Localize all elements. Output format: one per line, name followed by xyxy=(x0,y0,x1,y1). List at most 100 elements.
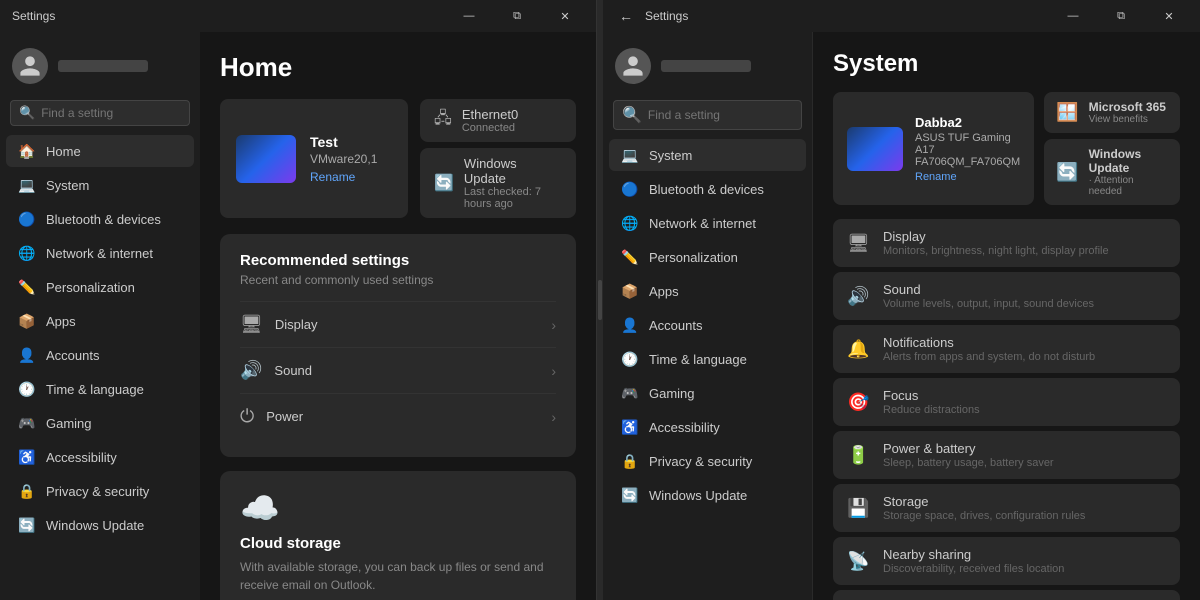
sidebar-item-privacy-label: Privacy & security xyxy=(46,484,149,499)
storage-system-setting[interactable]: 💾 Storage Storage space, drives, configu… xyxy=(833,484,1180,532)
right-sidebar-item-privacy[interactable]: 🔒 Privacy & security xyxy=(609,445,806,477)
status-cards: 🖧 Ethernet0 Connected 🔄 Windows Update L… xyxy=(420,99,576,218)
time-icon: 🕐 xyxy=(18,380,36,398)
right-search-input[interactable] xyxy=(648,108,803,122)
right-sidebar-item-network[interactable]: 🌐 Network & internet xyxy=(609,207,806,239)
right-sidebar-gaming-label: Gaming xyxy=(649,386,695,401)
sidebar-item-accounts-label: Accounts xyxy=(46,348,99,363)
user-profile-area[interactable] xyxy=(0,40,200,96)
sound-chevron-icon: › xyxy=(551,363,556,379)
recommended-settings-card: Recommended settings Recent and commonly… xyxy=(220,234,576,457)
right-minimize-button[interactable]: — xyxy=(1050,0,1096,32)
ethernet-title: Ethernet0 xyxy=(462,107,518,122)
sound-system-setting[interactable]: 🔊 Sound Volume levels, output, input, so… xyxy=(833,272,1180,320)
device-thumbnail xyxy=(236,135,296,183)
sound-setting-row[interactable]: 🔊 Sound › xyxy=(240,347,556,393)
sidebar-item-gaming-label: Gaming xyxy=(46,416,92,431)
left-search-input[interactable] xyxy=(41,106,196,120)
power-setting-left: ⏻ Power xyxy=(240,406,303,427)
left-titlebar: Settings — ⧉ ✕ xyxy=(0,0,596,32)
right-close-button[interactable]: ✕ xyxy=(1146,0,1192,32)
right-sidebar-item-accounts[interactable]: 👤 Accounts xyxy=(609,309,806,341)
right-accounts-icon: 👤 xyxy=(621,316,639,334)
cloud-title: Cloud storage xyxy=(240,535,556,552)
right-sidebar-item-accessibility[interactable]: ♿ Accessibility xyxy=(609,411,806,443)
right-titlebar-title: Settings xyxy=(645,9,688,23)
display-label: Display xyxy=(275,317,318,332)
left-settings-window: Settings — ⧉ ✕ 🔍 🏠 Home xyxy=(0,0,597,600)
sidebar-item-time-label: Time & language xyxy=(46,382,144,397)
right-sidebar-item-bluetooth[interactable]: 🔵 Bluetooth & devices xyxy=(609,173,806,205)
right-sidebar-personalization-label: Personalization xyxy=(649,250,738,265)
right-sidebar-item-apps[interactable]: 📦 Apps xyxy=(609,275,806,307)
left-titlebar-title: Settings xyxy=(12,9,55,23)
sidebar-item-network[interactable]: 🌐 Network & internet xyxy=(6,237,194,269)
power-battery-system-setting[interactable]: 🔋 Power & battery Sleep, battery usage, … xyxy=(833,431,1180,479)
sys-thumbnail xyxy=(847,127,903,171)
windows-update-status-text: Windows Update Last checked: 7 hours ago xyxy=(464,156,562,210)
sidebar-item-system[interactable]: 💻 System xyxy=(6,169,194,201)
sidebar-item-home[interactable]: 🏠 Home xyxy=(6,135,194,167)
right-restore-button[interactable]: ⧉ xyxy=(1098,0,1144,32)
sidebar-item-bluetooth-label: Bluetooth & devices xyxy=(46,212,161,227)
sidebar-item-bluetooth[interactable]: 🔵 Bluetooth & devices xyxy=(6,203,194,235)
ethernet-status-text: Ethernet0 Connected xyxy=(462,107,518,134)
username-placeholder xyxy=(58,60,148,72)
sidebar-item-privacy[interactable]: 🔒 Privacy & security xyxy=(6,475,194,507)
sidebar-item-time[interactable]: 🕐 Time & language xyxy=(6,373,194,405)
windows-update-promo-card[interactable]: 🔄 Windows Update · Attention needed xyxy=(1044,139,1180,205)
accessibility-icon: ♿ xyxy=(18,448,36,466)
sys-nearby-text: Nearby sharing Discoverability, received… xyxy=(883,547,1064,575)
close-button[interactable]: ✕ xyxy=(542,0,588,32)
power-setting-row[interactable]: ⏻ Power › xyxy=(240,393,556,439)
restore-button[interactable]: ⧉ xyxy=(494,0,540,32)
windows-update-status-card[interactable]: 🔄 Windows Update Last checked: 7 hours a… xyxy=(420,148,576,218)
sidebar-item-apps[interactable]: 📦 Apps xyxy=(6,305,194,337)
sidebar-item-update[interactable]: 🔄 Windows Update xyxy=(6,509,194,541)
right-search-icon: 🔍 xyxy=(622,105,642,125)
focus-system-setting[interactable]: 🎯 Focus Reduce distractions xyxy=(833,378,1180,426)
right-sidebar-item-system[interactable]: 💻 System xyxy=(609,139,806,171)
sidebar-item-gaming[interactable]: 🎮 Gaming xyxy=(6,407,194,439)
notifications-system-setting[interactable]: 🔔 Notifications Alerts from apps and sys… xyxy=(833,325,1180,373)
right-sidebar-item-gaming[interactable]: 🎮 Gaming xyxy=(609,377,806,409)
display-system-setting[interactable]: 🖥 Display Monitors, brightness, night li… xyxy=(833,219,1180,267)
sys-notifications-text: Notifications Alerts from apps and syste… xyxy=(883,335,1095,363)
back-button[interactable]: ← xyxy=(615,4,637,28)
windows-update-promo-text: Windows Update · Attention needed xyxy=(1089,147,1168,197)
sidebar-item-accessibility[interactable]: ♿ Accessibility xyxy=(6,441,194,473)
privacy-icon: 🔒 xyxy=(18,482,36,500)
microsoft365-text: Microsoft 365 View benefits xyxy=(1089,100,1166,125)
multitasking-system-setting[interactable]: ⊞ Multitasking Snap windows, desktops, t… xyxy=(833,590,1180,600)
sys-rename-link[interactable]: Rename xyxy=(915,171,1020,183)
nearby-sharing-system-setting[interactable]: 📡 Nearby sharing Discoverability, receiv… xyxy=(833,537,1180,585)
right-sidebar-item-personalization[interactable]: ✏️ Personalization xyxy=(609,241,806,273)
right-sidebar-item-time[interactable]: 🕐 Time & language xyxy=(609,343,806,375)
right-network-icon: 🌐 xyxy=(621,214,639,232)
device-rename-link[interactable]: Rename xyxy=(310,170,377,184)
right-sidebar-accounts-label: Accounts xyxy=(649,318,702,333)
right-accessibility-icon: ♿ xyxy=(621,418,639,436)
sys-sound-text: Sound Volume levels, output, input, soun… xyxy=(883,282,1094,310)
sound-label: Sound xyxy=(274,363,312,378)
microsoft365-promo-card[interactable]: 🪟 Microsoft 365 View benefits xyxy=(1044,92,1180,133)
right-sidebar-time-label: Time & language xyxy=(649,352,747,367)
display-setting-row[interactable]: 🖥 Display › xyxy=(240,301,556,347)
power-label: Power xyxy=(266,409,303,424)
right-sidebar-bluetooth-label: Bluetooth & devices xyxy=(649,182,764,197)
sidebar-item-personalization[interactable]: ✏️ Personalization xyxy=(6,271,194,303)
sidebar-item-accounts[interactable]: 👤 Accounts xyxy=(6,339,194,371)
network-icon: 🌐 xyxy=(18,244,36,262)
right-sidebar-item-update[interactable]: 🔄 Windows Update xyxy=(609,479,806,511)
sys-sound-icon: 🔊 xyxy=(847,286,869,307)
system-top-cards: Dabba2 ASUS TUF Gaming A17 FA706QM_FA706… xyxy=(833,92,1180,205)
sys-nearby-icon: 📡 xyxy=(847,551,869,572)
minimize-button[interactable]: — xyxy=(446,0,492,32)
right-user-profile-area[interactable] xyxy=(603,40,812,96)
sys-nearby-sub: Discoverability, received files location xyxy=(883,563,1064,575)
sys-display-sub: Monitors, brightness, night light, displ… xyxy=(883,245,1109,257)
ethernet-status-card[interactable]: 🖧 Ethernet0 Connected xyxy=(420,99,576,142)
right-search-bar[interactable]: 🔍 xyxy=(613,100,802,130)
sys-focus-title: Focus xyxy=(883,388,980,403)
left-search-bar[interactable]: 🔍 xyxy=(10,100,190,126)
